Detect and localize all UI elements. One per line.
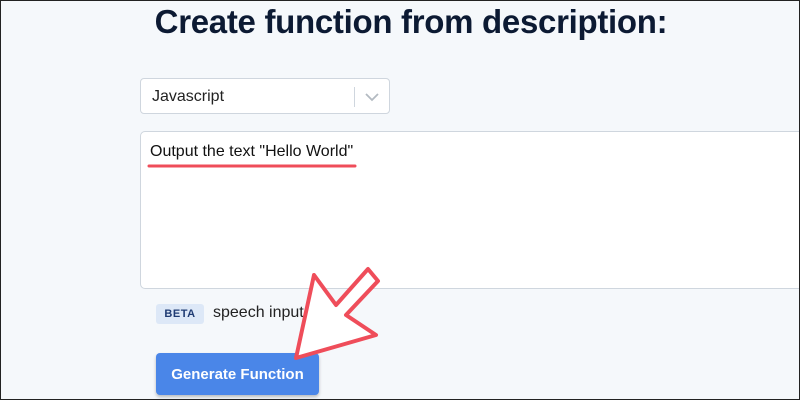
beta-badge: BETA bbox=[156, 304, 204, 324]
description-textarea[interactable]: Output the text "Hello World" bbox=[140, 131, 799, 289]
page-title: Create function from description: bbox=[154, 3, 668, 40]
language-select-value: Javascript bbox=[152, 88, 225, 105]
description-text: Output the text "Hello World" bbox=[150, 143, 354, 160]
app-frame: Create function from description: Javasc… bbox=[0, 0, 800, 400]
annotation-underline bbox=[147, 164, 357, 168]
chevron-down-icon[interactable] bbox=[363, 89, 381, 105]
annotation-arrow-icon bbox=[294, 267, 380, 360]
select-separator bbox=[354, 87, 355, 107]
language-select[interactable]: Javascript bbox=[140, 78, 390, 114]
